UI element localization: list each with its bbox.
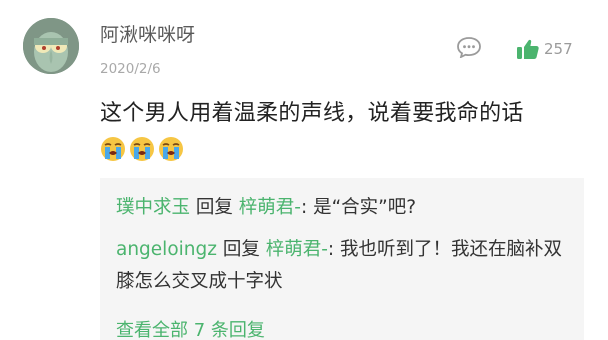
crying-emoji-icon — [130, 137, 154, 161]
like-button[interactable]: 257 — [516, 38, 573, 60]
reply-item[interactable]: angeloingz 回复 梓萌君-: 我也听到了！我还在脑补双膝怎么交叉成十字… — [116, 234, 578, 298]
replies-panel: 璞中求玉 回复 梓萌君-: 是“合实”吧? angeloingz 回复 梓萌君-… — [100, 178, 584, 340]
username[interactable]: 阿湫咪咪呀 — [100, 20, 195, 47]
squidward-avatar-icon — [23, 18, 79, 74]
reply-item[interactable]: 璞中求玉 回复 梓萌君-: 是“合实”吧? — [116, 192, 416, 224]
reply-author[interactable]: 璞中求玉 — [116, 197, 190, 218]
crying-emoji-icon — [159, 137, 183, 161]
chat-bubble-icon[interactable] — [456, 36, 482, 59]
reply-text: : 是“合实”吧? — [300, 197, 417, 218]
like-count: 257 — [544, 40, 573, 58]
comment-text: 这个男人用着温柔的声线，说着要我命的话 — [100, 101, 524, 126]
thumbs-up-icon — [517, 39, 539, 59]
comment-date: 2020/2/6 — [100, 61, 161, 77]
crying-emoji-icon — [101, 137, 125, 161]
reply-verb: 回复 — [190, 197, 239, 218]
avatar[interactable] — [23, 18, 79, 74]
view-all-replies-link[interactable]: 查看全部 7 条回复 — [116, 316, 265, 340]
emoji-row — [100, 136, 184, 162]
reply-target[interactable]: 梓萌君- — [239, 197, 301, 218]
reply-author[interactable]: angeloingz — [116, 239, 217, 260]
reply-verb: 回复 — [216, 239, 266, 260]
reply-target[interactable]: 梓萌君- — [266, 239, 328, 260]
